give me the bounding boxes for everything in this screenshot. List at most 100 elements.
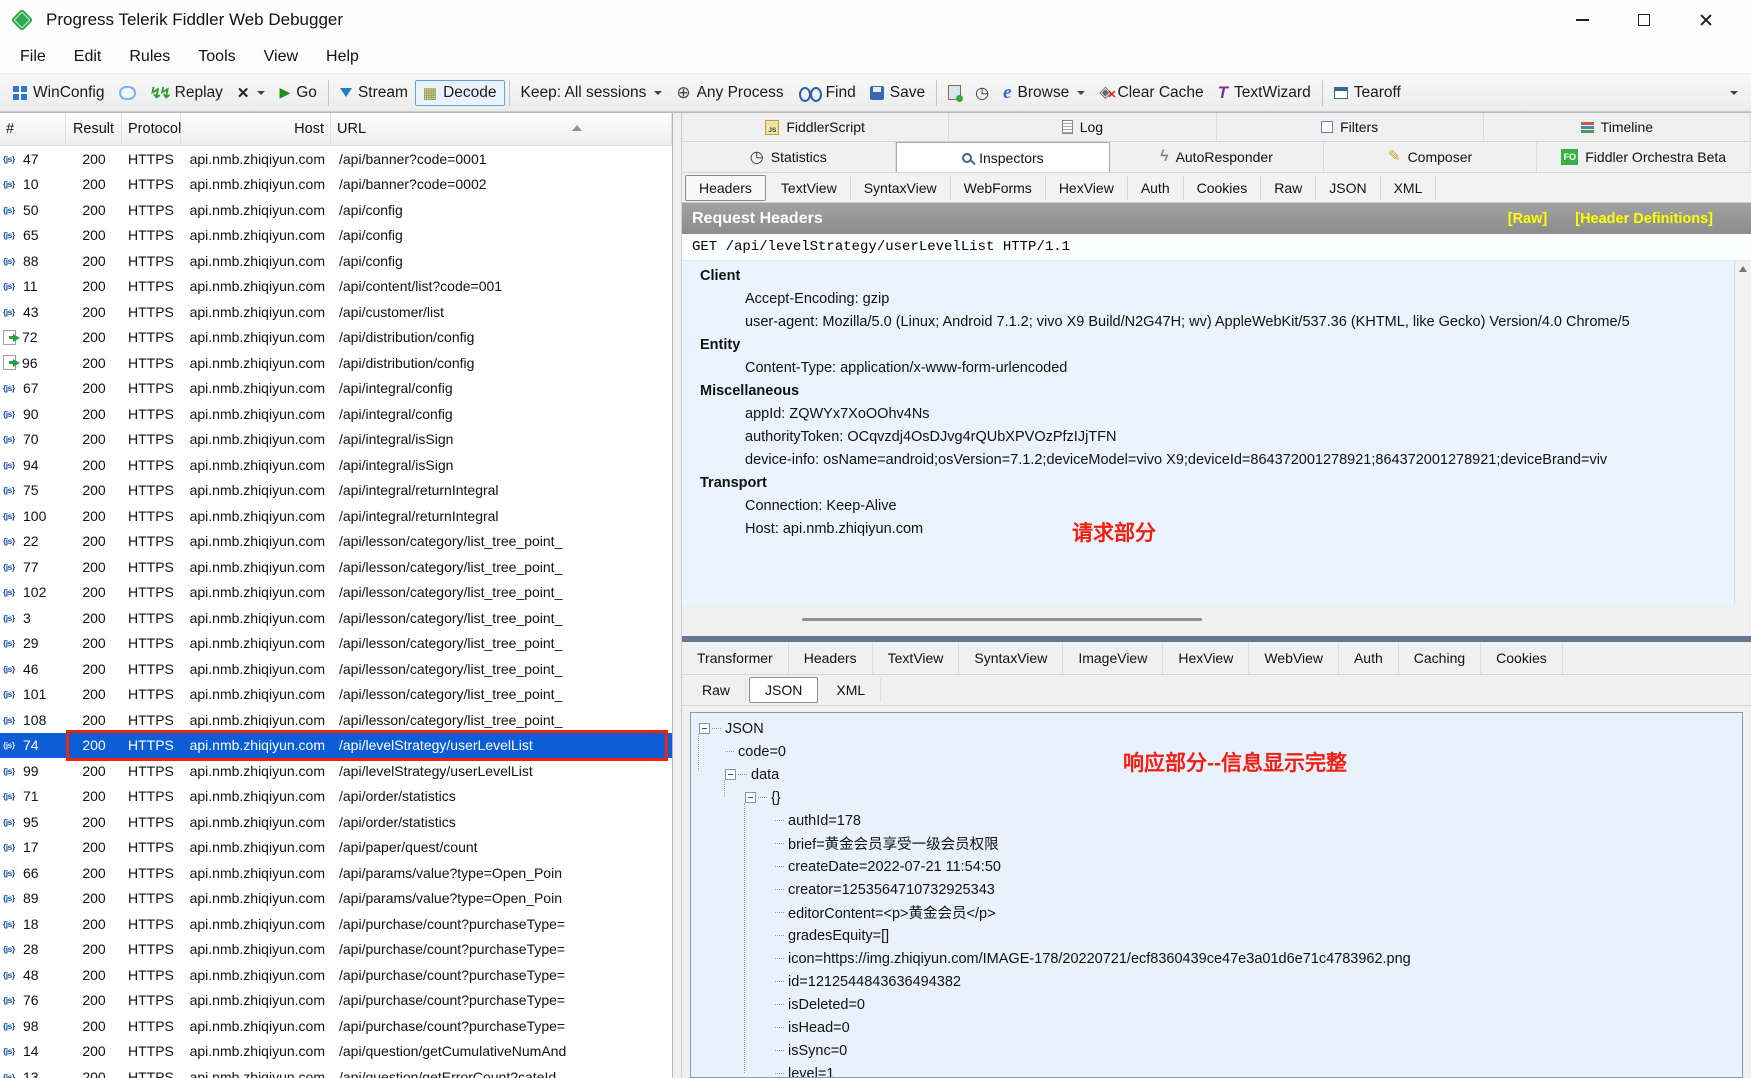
session-row[interactable]: 66 200 HTTPS api.nmb.zhiqiyun.com /api/p… bbox=[0, 860, 672, 886]
session-row[interactable]: 14 200 HTTPS api.nmb.zhiqiyun.com /api/q… bbox=[0, 1039, 672, 1065]
vertical-splitter[interactable] bbox=[672, 113, 682, 1078]
request-scrollbar[interactable] bbox=[1734, 261, 1751, 604]
column-header-result[interactable]: Result bbox=[66, 113, 122, 145]
response-inspector-tab[interactable]: Headers bbox=[789, 642, 873, 674]
session-row[interactable]: 101 200 HTTPS api.nmb.zhiqiyun.com /api/… bbox=[0, 682, 672, 708]
request-inspector-tab[interactable]: TextView bbox=[768, 176, 851, 200]
session-row[interactable]: 71 200 HTTPS api.nmb.zhiqiyun.com /api/o… bbox=[0, 784, 672, 810]
tab-filters[interactable]: Filters bbox=[1217, 113, 1484, 141]
tab-autoresponder[interactable]: ϟAutoResponder bbox=[1110, 142, 1324, 172]
stream-button[interactable]: Stream bbox=[333, 81, 415, 105]
tree-collapse-box[interactable] bbox=[725, 769, 736, 780]
save-button[interactable]: Save bbox=[863, 81, 932, 105]
browse-button[interactable]: eBrowse bbox=[996, 81, 1092, 105]
session-row[interactable]: 94 200 HTTPS api.nmb.zhiqiyun.com /api/i… bbox=[0, 452, 672, 478]
request-inspector-tab[interactable]: WebForms bbox=[951, 176, 1046, 200]
raw-link[interactable]: [Raw] bbox=[1508, 211, 1547, 227]
remove-sessions-button[interactable]: ✕ bbox=[230, 81, 273, 105]
session-row[interactable]: 90 200 HTTPS api.nmb.zhiqiyun.com /api/i… bbox=[0, 401, 672, 427]
winconfig-button[interactable]: WinConfig bbox=[6, 81, 112, 105]
splitter-grip[interactable] bbox=[802, 618, 1202, 621]
session-row[interactable]: 10 200 HTTPS api.nmb.zhiqiyun.com /api/b… bbox=[0, 172, 672, 198]
response-inspector-tab[interactable]: HexView bbox=[1163, 642, 1249, 674]
response-format-tab[interactable]: XML bbox=[821, 678, 881, 702]
tree-collapse-box[interactable] bbox=[745, 792, 756, 803]
json-tree-node[interactable]: createDate=2022-07-21 11:54:50 bbox=[697, 855, 1742, 878]
tab-statistics[interactable]: ◷Statistics bbox=[682, 142, 896, 172]
tab-timeline[interactable]: Timeline bbox=[1484, 113, 1751, 141]
menu-item[interactable]: File bbox=[6, 44, 60, 70]
minimize-button[interactable] bbox=[1551, 1, 1613, 39]
response-inspector-tab[interactable]: Transformer bbox=[682, 642, 789, 674]
replay-button[interactable]: ↯↯Replay bbox=[143, 81, 230, 105]
json-tree-node[interactable]: creator=1253564710732925343 bbox=[697, 878, 1742, 901]
toolbar-overflow-button[interactable] bbox=[1721, 88, 1745, 98]
session-row[interactable]: 46 200 HTTPS api.nmb.zhiqiyun.com /api/l… bbox=[0, 656, 672, 682]
response-format-tab[interactable]: Raw bbox=[687, 678, 746, 702]
request-inspector-tab[interactable]: Cookies bbox=[1184, 176, 1262, 200]
response-inspector-tab[interactable]: Caching bbox=[1399, 642, 1481, 674]
session-row[interactable]: 65 200 HTTPS api.nmb.zhiqiyun.com /api/c… bbox=[0, 223, 672, 249]
decode-button[interactable]: ▦Decode bbox=[415, 80, 505, 106]
json-tree-node[interactable]: editorContent=<p>黄金会员</p> bbox=[697, 901, 1742, 924]
session-row[interactable]: 3 200 HTTPS api.nmb.zhiqiyun.com /api/le… bbox=[0, 605, 672, 631]
session-row[interactable]: 88 200 HTTPS api.nmb.zhiqiyun.com /api/c… bbox=[0, 248, 672, 274]
json-tree-node[interactable]: isDeleted=0 bbox=[697, 993, 1742, 1016]
request-inspector-tab[interactable]: JSON bbox=[1316, 176, 1380, 200]
session-row[interactable]: 43 200 HTTPS api.nmb.zhiqiyun.com /api/c… bbox=[0, 299, 672, 325]
json-tree-node[interactable]: id=1212544843636494382 bbox=[697, 970, 1742, 993]
session-row[interactable]: 18 200 HTTPS api.nmb.zhiqiyun.com /api/p… bbox=[0, 911, 672, 937]
response-inspector-tab[interactable]: WebView bbox=[1249, 642, 1339, 674]
session-row[interactable]: 29 200 HTTPS api.nmb.zhiqiyun.com /api/l… bbox=[0, 631, 672, 657]
any-process-button[interactable]: ⊕Any Process bbox=[669, 80, 790, 106]
json-tree-node[interactable]: brief=黄金会员享受一级会员权限 bbox=[697, 832, 1742, 855]
response-inspector-tab[interactable]: ImageView bbox=[1063, 642, 1163, 674]
response-inspector-tab[interactable]: Cookies bbox=[1481, 642, 1563, 674]
session-row[interactable]: 96 200 HTTPS api.nmb.zhiqiyun.com /api/d… bbox=[0, 350, 672, 376]
tab-log[interactable]: Log bbox=[949, 113, 1216, 141]
tab-inspectors[interactable]: Inspectors bbox=[896, 142, 1111, 172]
session-row[interactable]: 72 200 HTTPS api.nmb.zhiqiyun.com /api/d… bbox=[0, 325, 672, 351]
go-button[interactable]: ▶Go bbox=[272, 81, 323, 105]
menu-item[interactable]: Tools bbox=[184, 44, 249, 70]
session-row[interactable]: 13 200 HTTPS api.nmb.zhiqiyun.com /api/q… bbox=[0, 1064, 672, 1078]
clear-cache-button[interactable]: ◈Clear Cache bbox=[1092, 81, 1210, 105]
textwizard-button[interactable]: TTextWizard bbox=[1211, 81, 1318, 105]
horizontal-splitter[interactable] bbox=[682, 604, 1751, 636]
json-tree-node[interactable]: level=1 bbox=[697, 1062, 1742, 1078]
menu-item[interactable]: Help bbox=[312, 44, 373, 70]
session-row[interactable]: 28 200 HTTPS api.nmb.zhiqiyun.com /api/p… bbox=[0, 937, 672, 963]
find-button[interactable]: Find bbox=[791, 81, 863, 105]
request-inspector-tab[interactable]: Raw bbox=[1261, 176, 1316, 200]
json-tree-node[interactable]: gradesEquity=[] bbox=[697, 924, 1742, 947]
menu-item[interactable]: View bbox=[250, 44, 312, 70]
timer-button[interactable]: ◷ bbox=[968, 80, 996, 106]
session-row[interactable]: 98 200 HTTPS api.nmb.zhiqiyun.com /api/p… bbox=[0, 1013, 672, 1039]
session-row[interactable]: 108 200 HTTPS api.nmb.zhiqiyun.com /api/… bbox=[0, 707, 672, 733]
session-row[interactable]: 99 200 HTTPS api.nmb.zhiqiyun.com /api/l… bbox=[0, 758, 672, 784]
tab-composer[interactable]: ✎Composer bbox=[1324, 142, 1538, 172]
column-header-url[interactable]: URL bbox=[331, 113, 672, 145]
session-row[interactable]: 17 200 HTTPS api.nmb.zhiqiyun.com /api/p… bbox=[0, 835, 672, 861]
session-row[interactable]: 75 200 HTTPS api.nmb.zhiqiyun.com /api/i… bbox=[0, 478, 672, 504]
json-tree-node[interactable]: JSON bbox=[697, 717, 1742, 740]
session-row[interactable]: 48 200 HTTPS api.nmb.zhiqiyun.com /api/p… bbox=[0, 962, 672, 988]
json-tree-node[interactable]: isSync=0 bbox=[697, 1039, 1742, 1062]
session-row[interactable]: 77 200 HTTPS api.nmb.zhiqiyun.com /api/l… bbox=[0, 554, 672, 580]
session-row[interactable]: 50 200 HTTPS api.nmb.zhiqiyun.com /api/c… bbox=[0, 197, 672, 223]
request-inspector-tab[interactable]: XML bbox=[1381, 176, 1437, 200]
session-row[interactable]: 89 200 HTTPS api.nmb.zhiqiyun.com /api/p… bbox=[0, 886, 672, 912]
response-inspector-tab[interactable]: Auth bbox=[1339, 642, 1399, 674]
session-row[interactable]: 100 200 HTTPS api.nmb.zhiqiyun.com /api/… bbox=[0, 503, 672, 529]
request-inspector-tab[interactable]: Auth bbox=[1128, 176, 1184, 200]
menu-item[interactable]: Edit bbox=[60, 44, 116, 70]
comment-button[interactable] bbox=[112, 83, 143, 103]
tab-fiddlerscript[interactable]: FiddlerScript bbox=[682, 113, 949, 141]
tab-fiddler-orchestra[interactable]: Fiddler Orchestra Beta bbox=[1537, 142, 1751, 172]
close-button[interactable] bbox=[1675, 1, 1737, 39]
response-inspector-tab[interactable]: TextView bbox=[873, 642, 960, 674]
column-header-host[interactable]: Host bbox=[181, 113, 331, 145]
session-row[interactable]: 47 200 HTTPS api.nmb.zhiqiyun.com /api/b… bbox=[0, 146, 672, 172]
column-header-protocol[interactable]: Protocol bbox=[122, 113, 181, 145]
response-inspector-tab[interactable]: SyntaxView bbox=[959, 642, 1063, 674]
